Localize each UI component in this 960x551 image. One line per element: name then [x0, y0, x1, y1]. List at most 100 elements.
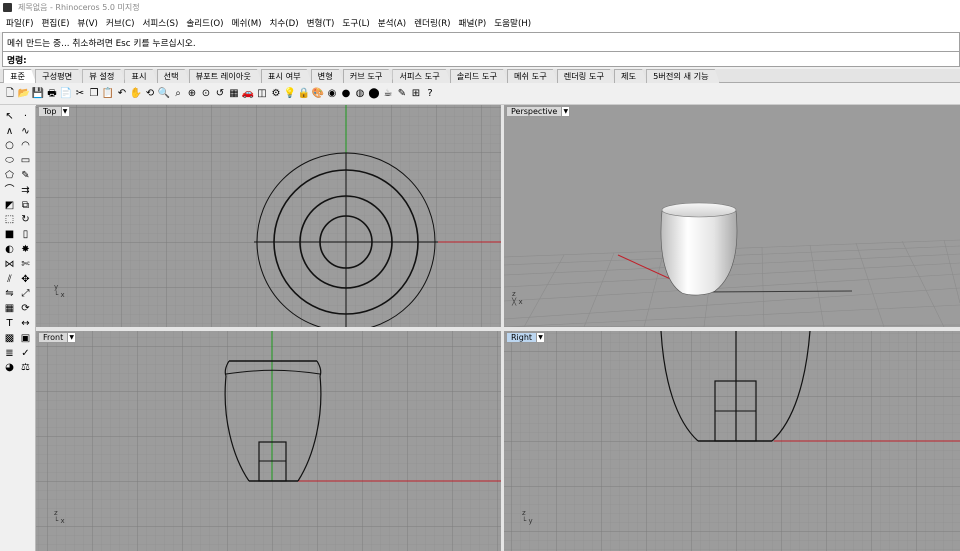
menu-tools[interactable]: 도구(L)	[338, 17, 373, 29]
sphere-render-icon[interactable]: ●	[340, 87, 352, 101]
viewport-top[interactable]: Top ▼ y └ x	[36, 105, 501, 327]
copy-icon[interactable]: ❐	[88, 87, 100, 101]
freeform-icon[interactable]: ✎	[18, 169, 33, 183]
menu-view[interactable]: 뷰(V)	[73, 17, 102, 29]
menu-solid[interactable]: 솔리드(O)	[182, 17, 227, 29]
offset-icon[interactable]: ⇉	[18, 184, 33, 198]
loft-icon[interactable]: ⧉	[18, 199, 33, 213]
check-icon[interactable]: ✓	[18, 347, 33, 361]
rotate-view-icon[interactable]: ⟲	[144, 87, 156, 101]
viewport-label-top[interactable]: Top ▼	[38, 106, 70, 117]
tab-standard[interactable]: 표준	[3, 69, 36, 83]
zoom-selected-icon[interactable]: ⊙	[200, 87, 212, 101]
menu-edit[interactable]: 편집(E)	[37, 17, 73, 29]
new-file-icon[interactable]: 🗋	[4, 87, 16, 101]
rectangle-icon[interactable]: ▭	[18, 154, 33, 168]
box-icon[interactable]: ■	[2, 228, 17, 242]
tab-solid-tools[interactable]: 솔리드 도구	[450, 69, 508, 83]
array-icon[interactable]: ▦	[2, 302, 17, 316]
tab-set-view[interactable]: 뷰 설정	[82, 69, 125, 83]
tab-viewport-layout[interactable]: 뷰포트 레이아웃	[189, 69, 262, 83]
viewport-label-front[interactable]: Front ▼	[38, 332, 77, 343]
join-icon[interactable]: ⋈	[2, 258, 17, 272]
viewport-splitter-horizontal[interactable]	[36, 327, 960, 331]
lock-icon[interactable]: 🔒	[298, 87, 310, 101]
dimension-icon[interactable]: ↔	[18, 317, 33, 331]
tab-visibility[interactable]: 표시 여부	[261, 69, 312, 83]
tab-drafting[interactable]: 제도	[614, 69, 647, 83]
render-icon[interactable]: ◕	[2, 362, 17, 376]
tab-surface-tools[interactable]: 서피스 도구	[392, 69, 450, 83]
move-icon[interactable]: ✥	[18, 273, 33, 287]
analyze-icon[interactable]: ⚖	[18, 362, 33, 376]
rotate-icon[interactable]: ⟳	[18, 302, 33, 316]
pan-hand-icon[interactable]: ✋	[130, 87, 142, 101]
point-icon[interactable]: ·	[18, 110, 33, 124]
render-teapot-icon[interactable]: ☕	[382, 87, 394, 101]
layer-icon[interactable]: ≣	[2, 347, 17, 361]
viewport-label-right[interactable]: Right ▼	[506, 332, 546, 343]
sphere-shaded-icon[interactable]: ◍	[354, 87, 366, 101]
paint-icon[interactable]: 🎨	[312, 87, 324, 101]
tab-display[interactable]: 표시	[124, 69, 157, 83]
boolean-icon[interactable]: ◐	[2, 243, 17, 257]
group-icon[interactable]: ▣	[18, 332, 33, 346]
extrude-icon[interactable]: ⬚	[2, 214, 17, 228]
bulb-icon[interactable]: 💡	[284, 87, 296, 101]
menu-surface[interactable]: 서피스(S)	[138, 17, 182, 29]
print-icon[interactable]: 🖶	[46, 87, 58, 101]
snap-icon[interactable]: ⊞	[410, 87, 422, 101]
menu-file[interactable]: 파일(F)	[2, 17, 37, 29]
cylinder-icon[interactable]: ▯	[18, 228, 33, 242]
tab-cplanes[interactable]: 구성평면	[35, 69, 83, 83]
tab-render-tools[interactable]: 렌더링 도구	[557, 69, 615, 83]
viewport-front[interactable]: Front ▼ z └ x	[36, 331, 501, 551]
trim-icon[interactable]: ✄	[18, 258, 33, 272]
import-icon[interactable]: 📄	[60, 87, 72, 101]
save-icon[interactable]: 💾	[32, 87, 44, 101]
cut-icon[interactable]: ✂	[74, 87, 86, 101]
select-arrow-icon[interactable]: ↖	[2, 110, 17, 124]
tab-new-in-v5[interactable]: 5버전의 새 기능	[646, 69, 720, 83]
scale-icon[interactable]: ⤢	[18, 288, 33, 302]
menu-curve[interactable]: 커브(C)	[102, 17, 139, 29]
color-wheel-icon[interactable]: ◉	[326, 87, 338, 101]
fillet-curve-icon[interactable]: ⌒	[2, 184, 17, 198]
tab-curve-tools[interactable]: 커브 도구	[343, 69, 394, 83]
sphere-dark-icon[interactable]: ⬤	[368, 87, 380, 101]
help-icon[interactable]: ?	[424, 87, 436, 101]
mirror-icon[interactable]: ⇋	[2, 288, 17, 302]
command-input[interactable]	[29, 56, 910, 66]
polyline-icon[interactable]: ∧	[2, 125, 17, 139]
tab-select[interactable]: 선택	[157, 69, 190, 83]
options-icon[interactable]: ⚙	[270, 87, 282, 101]
tab-mesh-tools[interactable]: 메쉬 도구	[507, 69, 558, 83]
menu-analyze[interactable]: 분석(A)	[374, 17, 410, 29]
four-viewports-icon[interactable]: ▦	[228, 87, 240, 101]
menu-dimension[interactable]: 치수(D)	[265, 17, 302, 29]
zoom-window-icon[interactable]: ⌕	[172, 87, 184, 101]
mesh-icon[interactable]: ▩	[2, 332, 17, 346]
viewport-perspective[interactable]: Perspective ▼ z ╳ x	[504, 105, 960, 327]
cplane-icon[interactable]: ◫	[256, 87, 268, 101]
menu-render[interactable]: 렌더링(R)	[410, 17, 454, 29]
zoom-extents-icon[interactable]: ⊕	[186, 87, 198, 101]
arc-icon[interactable]: ◠	[18, 140, 33, 154]
viewport-right[interactable]: Right ▼ z └ y	[504, 331, 960, 551]
viewport-undo-icon[interactable]: ↺	[214, 87, 226, 101]
paste-icon[interactable]: 📋	[102, 87, 114, 101]
curve-icon[interactable]: ∿	[18, 125, 33, 139]
open-folder-icon[interactable]: 📂	[18, 87, 30, 101]
zoom-icon[interactable]: 🔍	[158, 87, 170, 101]
menu-transform[interactable]: 변형(T)	[303, 17, 339, 29]
surface-icon[interactable]: ◩	[2, 199, 17, 213]
polygon-icon[interactable]: ⬠	[2, 169, 17, 183]
undo-icon[interactable]: ↶	[116, 87, 128, 101]
properties-icon[interactable]: ✎	[396, 87, 408, 101]
menu-panels[interactable]: 패널(P)	[455, 17, 491, 29]
ellipse-icon[interactable]: ⬭	[2, 154, 17, 168]
explode-icon[interactable]: ✸	[18, 243, 33, 257]
text-icon[interactable]: T	[2, 317, 17, 331]
viewport-label-perspective[interactable]: Perspective ▼	[506, 106, 571, 117]
tab-transform[interactable]: 변형	[311, 69, 344, 83]
